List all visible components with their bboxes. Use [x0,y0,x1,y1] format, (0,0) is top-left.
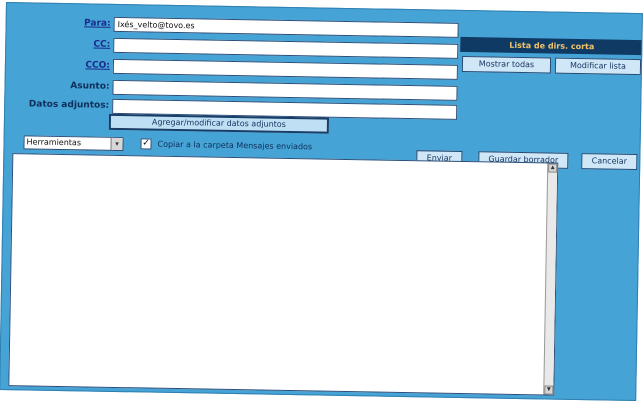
attachments-label: Datos adjuntos: [28,99,110,111]
compose-mail-window: Para: Ixés_velto@tovo.es CC: CCO: Asunto… [0,2,643,401]
tools-select-value: Herramientas [26,137,82,148]
cc-label[interactable]: CC: [66,39,110,50]
tools-select[interactable]: Herramientas ▾ [23,135,124,152]
attach-files-button[interactable]: Agregar/modificar datos adjuntos [108,113,330,134]
cc-field[interactable] [113,37,459,59]
subject-label: Asunto: [70,81,110,92]
bcc-field[interactable] [112,58,458,80]
message-body[interactable]: ▲ ▼ [8,153,559,396]
bcc-label[interactable]: CCO: [66,60,110,70]
scroll-up-icon[interactable]: ▲ [548,163,558,173]
body-scrollbar[interactable]: ▲ ▼ [543,163,558,395]
to-label[interactable]: Para: [67,18,111,28]
to-field[interactable]: Ixés_velto@tovo.es [113,16,459,38]
modify-list-button[interactable]: Modificar lista [554,57,642,76]
subject-field[interactable] [112,79,458,101]
copy-sent-label: Copiar a la carpeta Mensajes enviados [157,139,313,152]
scroll-down-icon[interactable]: ▼ [544,385,554,395]
address-list-title: Lista de dirs. corta [460,36,643,56]
copy-sent-checkbox[interactable]: ✓ [140,138,152,150]
show-all-button[interactable]: Mostrar todas [461,55,552,74]
cancel-button[interactable]: Cancelar [581,153,638,171]
chevron-down-icon[interactable]: ▾ [110,137,123,151]
